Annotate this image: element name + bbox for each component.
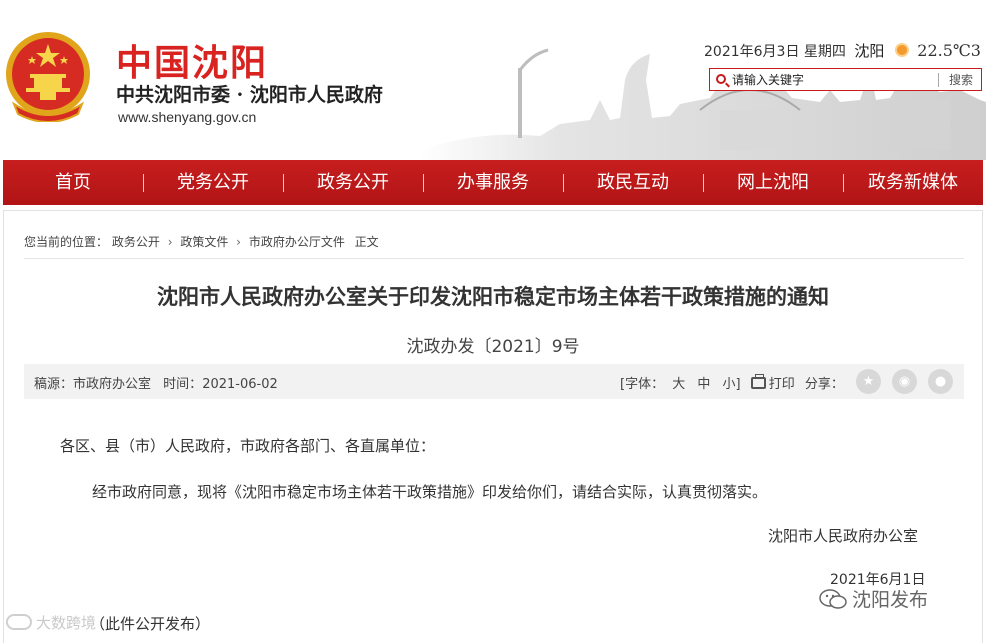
wechat-logo-icon: [819, 589, 847, 609]
brand-url[interactable]: www.shenyang.gov.cn: [118, 109, 256, 125]
nav-item-new-media[interactable]: 政务新媒体: [843, 160, 983, 205]
article-salutation: 各区、县（市）人民政府，市政府各部门、各直属单位：: [60, 437, 436, 455]
article-body: 经市政府同意，现将《沈阳市稳定市场主体若干政策措施》印发给你们，请结合实际，认真…: [92, 483, 768, 501]
temperature: 22.5℃3: [917, 41, 981, 60]
article-footer-note: （此件公开发布）: [90, 615, 211, 633]
breadcrumb-separator: ›: [167, 235, 173, 249]
breadcrumb-prefix: 您当前的位置：: [24, 235, 109, 249]
breadcrumb-divider: [24, 258, 964, 259]
font-size-label: [字体：: [620, 377, 665, 392]
search-input[interactable]: [732, 71, 922, 88]
weibo-icon[interactable]: ◉: [892, 369, 917, 394]
breadcrumb-link[interactable]: 政务公开: [112, 235, 160, 249]
breadcrumb-separator: ›: [236, 235, 241, 249]
watermark-right: 沈阳发布: [818, 585, 928, 612]
watermark-left-text: 大数跨境: [36, 614, 97, 632]
nav-item-government-affairs[interactable]: 政务公开: [283, 160, 423, 205]
article-meta-info: 稿源：市政府办公室 时间：2021-06-02: [34, 373, 278, 392]
nav-item-home[interactable]: 首页: [3, 160, 143, 205]
brand-title: 中国沈阳: [116, 43, 269, 84]
breadcrumb-current: 正文: [354, 235, 379, 249]
font-size-medium[interactable]: 中: [697, 377, 710, 392]
breadcrumb-link[interactable]: 政策文件: [180, 235, 228, 249]
print-icon[interactable]: [750, 374, 766, 389]
sun-icon: [896, 45, 907, 55]
main-nav: 首页 党务公开 政务公开 办事服务 政民互动 网上沈阳 政务新媒体: [3, 160, 983, 205]
brand-subtitle: 中共沈阳市委 · 沈阳市人民政府: [116, 84, 383, 106]
national-emblem-icon: [6, 32, 90, 122]
watermark-right-text: 沈阳发布: [852, 589, 929, 611]
breadcrumb-link[interactable]: 市政府办公厅文件: [249, 235, 345, 249]
article-tools: [字体： 大 中 小] 打印 分享：: [620, 373, 844, 392]
watermark-logo-icon: [6, 614, 32, 630]
nav-item-interaction[interactable]: 政民互动: [563, 160, 703, 205]
nav-item-services[interactable]: 办事服务: [423, 160, 563, 205]
time-value: 2021-06-02: [202, 377, 278, 392]
search-button[interactable]: 搜索: [944, 71, 978, 88]
date-text: 2021年6月3日 星期四: [704, 44, 846, 60]
site-header: 中国沈阳 中共沈阳市委 · 沈阳市人民政府 www.shenyang.gov.c…: [0, 0, 986, 160]
font-size-small[interactable]: 小: [723, 377, 736, 392]
article-signature: 沈阳市人民政府办公室: [768, 527, 919, 545]
share-label: 分享：: [804, 377, 844, 392]
nav-item-party-affairs[interactable]: 党务公开: [143, 160, 283, 205]
search-icon: [716, 74, 726, 84]
breadcrumb: 您当前的位置： 政务公开 › 政策文件 › 市政府办公厅文件 正文: [24, 233, 379, 250]
search-box: 搜索: [709, 68, 982, 91]
article-container: 您当前的位置： 政务公开 › 政策文件 › 市政府办公厅文件 正文 沈阳市人民政…: [3, 210, 983, 643]
nav-item-online-shenyang[interactable]: 网上沈阳: [703, 160, 843, 205]
article-meta-bar: 稿源：市政府办公室 时间：2021-06-02 [字体： 大 中 小] 打印 分…: [24, 364, 964, 399]
document-number: 沈政办发〔2021〕9号: [406, 337, 580, 357]
article-title: 沈阳市人民政府办公室关于印发沈阳市稳定市场主体若干政策措施的通知: [157, 285, 829, 309]
time-label: 时间：: [163, 377, 203, 392]
date-weather: 2021年6月3日 星期四 沈阳 22.5℃3: [704, 40, 981, 61]
print-link[interactable]: 打印: [769, 377, 795, 392]
city-name: 沈阳: [854, 42, 885, 60]
search-divider: [938, 73, 939, 87]
source-label: 稿源：: [34, 377, 74, 392]
watermark-left: 大数跨境: [6, 612, 96, 633]
font-size-close: ]: [735, 377, 741, 392]
font-size-large[interactable]: 大: [672, 377, 685, 392]
star-icon[interactable]: ★: [856, 369, 881, 394]
source-value: 市政府办公室: [73, 377, 152, 392]
wechat-icon[interactable]: ●: [928, 369, 953, 394]
